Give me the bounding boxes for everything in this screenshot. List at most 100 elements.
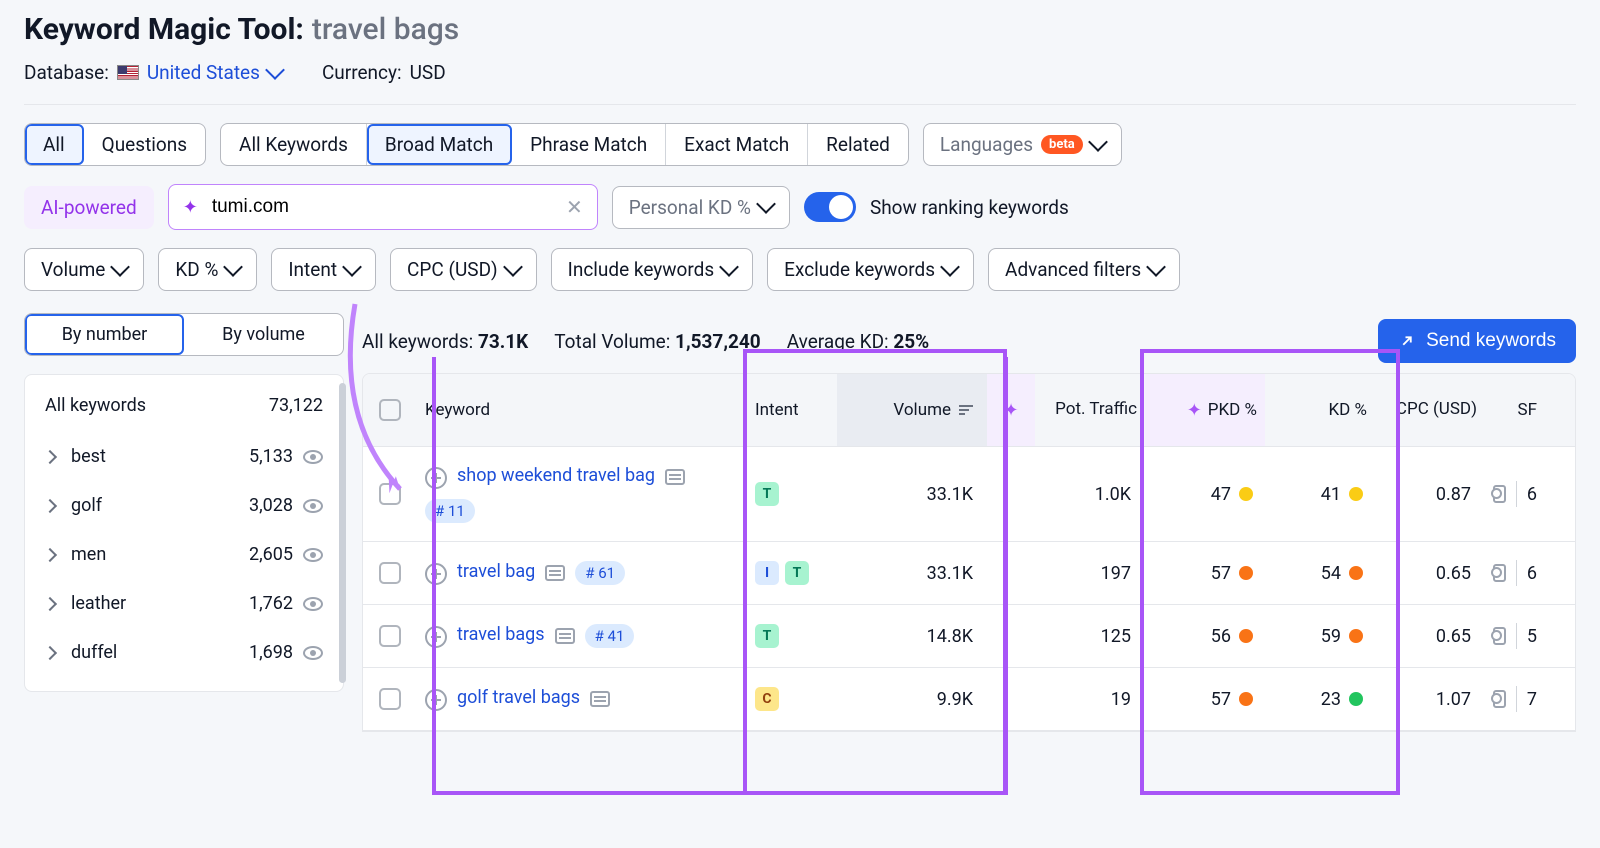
volume-value: 14.8K bbox=[837, 608, 987, 665]
pkd-value: 57 bbox=[1145, 671, 1265, 728]
difficulty-dot-icon bbox=[1349, 692, 1363, 706]
intent-badge: C bbox=[755, 687, 779, 711]
keyword-group-row[interactable]: duffel1,698 bbox=[25, 628, 343, 677]
col-pkd[interactable]: ✦PKD % bbox=[1145, 374, 1265, 446]
group-name: leather bbox=[71, 593, 249, 614]
eye-icon[interactable] bbox=[303, 450, 323, 464]
col-sf[interactable]: SF bbox=[1485, 386, 1545, 434]
serp-icon[interactable] bbox=[545, 565, 565, 581]
tab-broad-match[interactable]: Broad Match bbox=[367, 124, 512, 165]
languages-filter[interactable]: Languages beta bbox=[923, 123, 1122, 166]
difficulty-dot-icon bbox=[1349, 487, 1363, 501]
flag-us-icon bbox=[117, 65, 139, 80]
col-volume[interactable]: Volume bbox=[837, 374, 987, 446]
serp-preview-icon[interactable] bbox=[1493, 627, 1506, 645]
sort-segment: By number By volume bbox=[24, 313, 344, 356]
group-count: 1,762 bbox=[249, 593, 293, 614]
toggle-label: Show ranking keywords bbox=[870, 196, 1069, 219]
eye-icon[interactable] bbox=[303, 597, 323, 611]
intent-badge: T bbox=[785, 561, 809, 585]
search-query: travel bags bbox=[312, 12, 459, 47]
row-checkbox[interactable] bbox=[379, 688, 401, 710]
sort-by-number[interactable]: By number bbox=[25, 314, 184, 355]
row-checkbox[interactable] bbox=[379, 562, 401, 584]
intent-badge: T bbox=[755, 482, 779, 506]
group-name: best bbox=[71, 446, 249, 467]
sf-value: 6 bbox=[1527, 484, 1537, 505]
difficulty-dot-icon bbox=[1239, 566, 1253, 580]
sort-by-volume[interactable]: By volume bbox=[184, 314, 343, 355]
share-arrow-icon bbox=[1398, 332, 1416, 350]
expand-icon[interactable] bbox=[425, 689, 447, 711]
tab-all-keywords[interactable]: All Keywords bbox=[221, 124, 367, 165]
table-row: shop weekend travel bag# 11T33.1K1.0K474… bbox=[363, 447, 1575, 542]
difficulty-dot-icon bbox=[1239, 629, 1253, 643]
col-kd[interactable]: KD % bbox=[1265, 386, 1375, 434]
row-checkbox[interactable] bbox=[379, 483, 401, 505]
eye-icon[interactable] bbox=[303, 646, 323, 660]
eye-icon[interactable] bbox=[303, 548, 323, 562]
personal-kd-filter[interactable]: Personal KD % bbox=[612, 186, 790, 229]
chevron-right-icon bbox=[43, 498, 57, 512]
beta-badge: beta bbox=[1041, 135, 1083, 154]
group-count: 5,133 bbox=[249, 446, 293, 467]
row-checkbox[interactable] bbox=[379, 625, 401, 647]
clear-icon[interactable]: ✕ bbox=[566, 195, 583, 219]
kd-value: 59 bbox=[1265, 608, 1375, 665]
all-keywords-label[interactable]: All keywords bbox=[45, 395, 146, 416]
pkd-value: 47 bbox=[1145, 466, 1265, 523]
keyword-link[interactable]: travel bags bbox=[457, 624, 545, 645]
chevron-right-icon bbox=[43, 547, 57, 561]
col-intent[interactable]: Intent bbox=[737, 386, 837, 434]
keyword-group-row[interactable]: best5,133 bbox=[25, 432, 343, 481]
col-ai-sparkle[interactable]: ✦ bbox=[987, 374, 1035, 446]
keyword-link[interactable]: golf travel bags bbox=[457, 687, 580, 708]
select-all-checkbox[interactable] bbox=[379, 399, 401, 421]
expand-icon[interactable] bbox=[425, 563, 447, 585]
difficulty-dot-icon bbox=[1239, 487, 1253, 501]
intent-badge: T bbox=[755, 624, 779, 648]
keyword-group-row[interactable]: golf3,028 bbox=[25, 481, 343, 530]
keyword-group-row[interactable]: leather1,762 bbox=[25, 579, 343, 628]
exclude-keywords-filter[interactable]: Exclude keywords bbox=[767, 248, 974, 291]
keyword-group-row[interactable]: men2,605 bbox=[25, 530, 343, 579]
tab-exact-match[interactable]: Exact Match bbox=[666, 124, 808, 165]
domain-input[interactable] bbox=[210, 195, 554, 219]
tab-all[interactable]: All bbox=[25, 124, 84, 165]
ranking-keywords-toggle[interactable] bbox=[804, 192, 856, 222]
serp-preview-icon[interactable] bbox=[1493, 564, 1506, 582]
volume-filter[interactable]: Volume bbox=[24, 248, 144, 291]
col-keyword[interactable]: Keyword bbox=[417, 386, 737, 434]
serp-icon[interactable] bbox=[665, 469, 685, 485]
tab-questions[interactable]: Questions bbox=[84, 124, 205, 165]
tab-phrase-match[interactable]: Phrase Match bbox=[512, 124, 666, 165]
group-count: 1,698 bbox=[249, 642, 293, 663]
col-cpc[interactable]: CPC (USD) bbox=[1375, 385, 1485, 434]
serp-preview-icon[interactable] bbox=[1493, 485, 1506, 503]
kd-filter[interactable]: KD % bbox=[158, 248, 257, 291]
tab-related[interactable]: Related bbox=[808, 124, 908, 165]
eye-icon[interactable] bbox=[303, 499, 323, 513]
pkd-value: 56 bbox=[1145, 608, 1265, 665]
pot-traffic-value: 197 bbox=[1035, 545, 1145, 602]
database-value: United States bbox=[147, 61, 260, 84]
cpc-filter[interactable]: CPC (USD) bbox=[390, 248, 537, 291]
include-keywords-filter[interactable]: Include keywords bbox=[551, 248, 754, 291]
keyword-link[interactable]: shop weekend travel bag bbox=[457, 465, 655, 486]
serp-preview-icon[interactable] bbox=[1493, 690, 1506, 708]
serp-icon[interactable] bbox=[555, 628, 575, 644]
stat-average-kd: Average KD: 25% bbox=[787, 330, 930, 353]
expand-icon[interactable] bbox=[425, 626, 447, 648]
database-selector[interactable]: Database: United States bbox=[24, 61, 282, 84]
intent-filter[interactable]: Intent bbox=[271, 248, 376, 291]
keyword-link[interactable]: travel bag bbox=[457, 561, 535, 582]
col-pot-traffic[interactable]: Pot. Traffic bbox=[1035, 385, 1145, 434]
expand-icon[interactable] bbox=[425, 467, 447, 489]
serp-icon[interactable] bbox=[590, 691, 610, 707]
sf-value: 7 bbox=[1527, 689, 1537, 710]
kd-value: 23 bbox=[1265, 671, 1375, 728]
domain-input-wrapper[interactable]: ✦ ✕ bbox=[168, 184, 598, 230]
intent-badge: I bbox=[755, 561, 779, 585]
send-keywords-button[interactable]: Send keywords bbox=[1378, 319, 1576, 363]
advanced-filters[interactable]: Advanced filters bbox=[988, 248, 1180, 291]
